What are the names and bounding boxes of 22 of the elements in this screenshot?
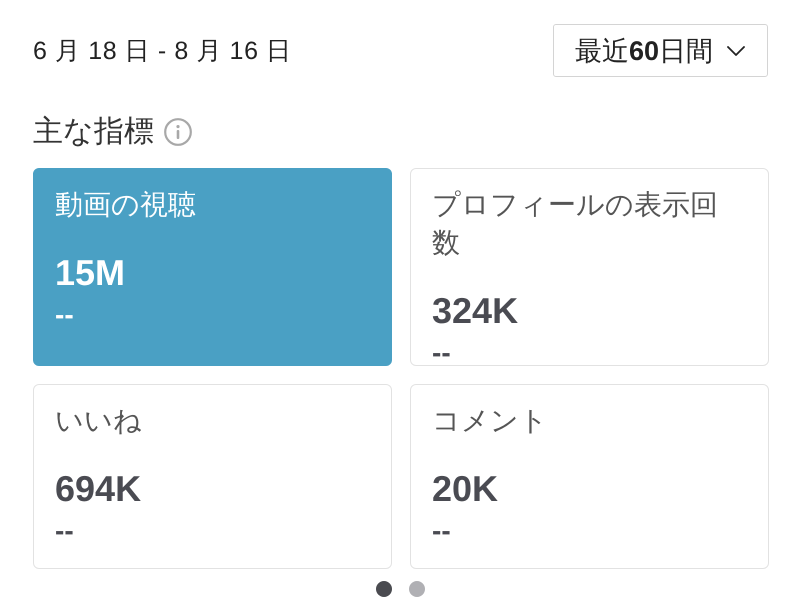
info-icon[interactable] — [164, 118, 192, 146]
metric-value: 20K — [432, 469, 498, 509]
page-dot-icon[interactable] — [376, 581, 392, 597]
metric-label: コメント — [432, 404, 548, 438]
metric-change: -- — [432, 523, 451, 539]
metric-card[interactable]: コメント 20K -- — [410, 384, 769, 569]
section-title: 主な指標 — [33, 114, 154, 150]
metric-change: -- — [55, 307, 74, 323]
metric-label: 動画の視聴 — [55, 188, 196, 222]
metric-label: いいね — [55, 404, 142, 438]
period-dropdown[interactable]: 最近60日間 — [552, 24, 768, 77]
metric-card[interactable]: いいね 694K -- — [33, 384, 392, 569]
page-dot-icon[interactable] — [409, 581, 425, 597]
metric-change: -- — [432, 345, 451, 361]
metric-value: 694K — [55, 469, 142, 509]
metric-change: -- — [55, 523, 74, 539]
chevron-down-icon — [727, 46, 745, 56]
metric-value: 324K — [432, 291, 518, 331]
metric-label: プロフィールの表示回数 — [432, 188, 719, 260]
metric-card[interactable]: プロフィールの表示回数 324K -- — [410, 168, 769, 366]
metric-value: 15M — [55, 253, 126, 293]
date-range: 6 月 18 日 - 8 月 16 日 — [33, 36, 292, 67]
